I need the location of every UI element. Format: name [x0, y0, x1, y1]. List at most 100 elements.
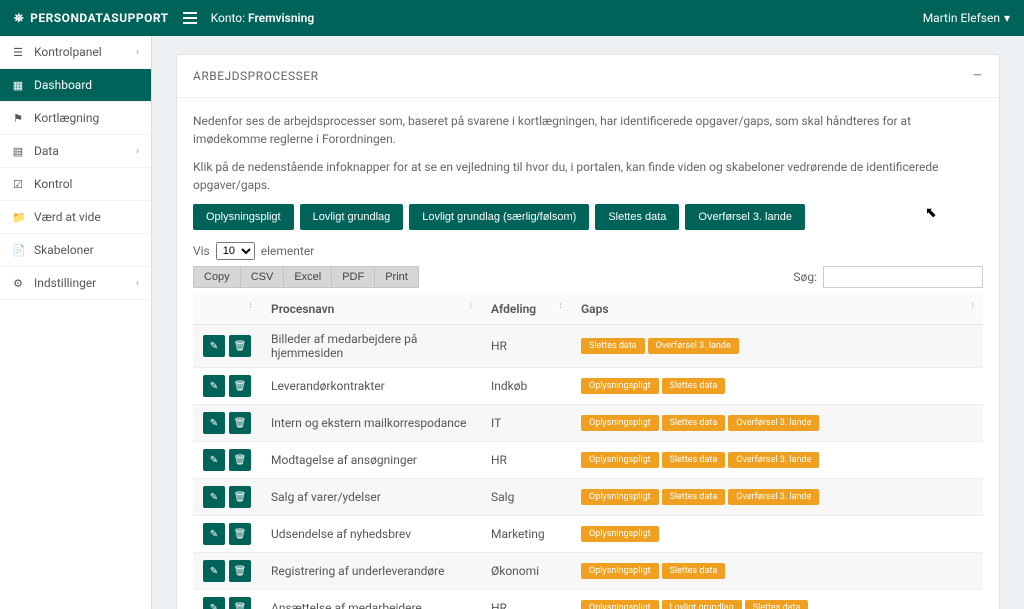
gap-badge: Overførsel 3. lande	[728, 415, 819, 431]
gap-badge: Overførsel 3. lande	[728, 489, 819, 505]
edit-row-button[interactable]: ✎	[203, 560, 225, 582]
brand[interactable]: ⛯ PERSONDATASUPPORT	[14, 11, 169, 26]
delete-row-button[interactable]: 🗑	[229, 523, 251, 545]
sidebar-item-label: Skabeloner	[34, 243, 94, 257]
delete-row-button[interactable]: 🗑	[229, 560, 251, 582]
panel-arbejdsprocesser: ARBEJDSPROCESSER − Nedenfor ses de arbej…	[176, 54, 1000, 609]
caret-down-icon: ▾	[1004, 11, 1010, 25]
gap-badge: Slettes data	[662, 489, 726, 505]
delete-row-button[interactable]: 🗑	[229, 375, 251, 397]
cell-procesnavn: Leverandørkontrakter	[261, 368, 481, 405]
sidebar-item-kortlægning[interactable]: ⚑Kortlægning	[0, 102, 151, 135]
panel-intro: Nedenfor ses de arbejdsprocesser som, ba…	[193, 112, 983, 194]
sidebar-item-værd-at-vide[interactable]: 📁Værd at vide	[0, 201, 151, 234]
cell-gaps: OplysningspligtSlettes dataOverførsel 3.…	[571, 479, 983, 516]
delete-row-button[interactable]: 🗑	[229, 449, 251, 471]
cell-procesnavn: Modtagelse af ansøgninger	[261, 442, 481, 479]
delete-row-button[interactable]: 🗑	[229, 486, 251, 508]
gap-badge: Slettes data	[662, 452, 726, 468]
main-content: ARBEJDSPROCESSER − Nedenfor ses de arbej…	[152, 36, 1024, 609]
cell-procesnavn: Billeder af medarbejdere på hjemmesiden	[261, 325, 481, 368]
col-actions[interactable]: ↕	[193, 294, 261, 325]
cell-afdeling: Indkøb	[481, 368, 571, 405]
table-row: ✎ 🗑 Leverandørkontrakter Indkøb Oplysnin…	[193, 368, 983, 405]
cell-procesnavn: Salg af varer/ydelser	[261, 479, 481, 516]
cell-gaps: Oplysningspligt	[571, 516, 983, 553]
export-excel-button[interactable]: Excel	[283, 266, 331, 288]
gap-badge: Oplysningspligt	[581, 415, 659, 431]
sidebar-item-label: Værd at vide	[34, 210, 101, 224]
gap-badge: Oplysningspligt	[581, 378, 659, 394]
edit-row-button[interactable]: ✎	[203, 486, 225, 508]
cell-afdeling: IT	[481, 405, 571, 442]
gap-badge: Oplysningspligt	[581, 526, 659, 542]
gap-badge: Slettes data	[581, 338, 645, 354]
filter-tab-lovligt-grundlag[interactable]: Lovligt grundlag	[300, 204, 404, 230]
panel-header: ARBEJDSPROCESSER −	[177, 55, 999, 98]
chevron-right-icon: ›	[136, 146, 139, 157]
edit-row-button[interactable]: ✎	[203, 335, 225, 357]
cell-procesnavn: Registrering af underleverandøre	[261, 553, 481, 590]
export-pdf-button[interactable]: PDF	[331, 266, 374, 288]
table-row: ✎ 🗑 Modtagelse af ansøgninger HR Oplysni…	[193, 442, 983, 479]
sidebar-item-label: Kontrolpanel	[34, 45, 102, 59]
nav-icon: ▦	[12, 79, 24, 92]
filter-tab-overf-rsel-3-lande[interactable]: Overførsel 3. lande	[685, 204, 805, 230]
export-copy-button[interactable]: Copy	[193, 266, 240, 288]
edit-row-button[interactable]: ✎	[203, 412, 225, 434]
account-label: Konto: Fremvisning	[211, 11, 315, 25]
export-csv-button[interactable]: CSV	[240, 266, 284, 288]
menu-toggle-icon[interactable]	[183, 12, 197, 24]
cell-gaps: OplysningspligtLovligt grundlagSlettes d…	[571, 590, 983, 609]
table-row: ✎ 🗑 Intern og ekstern mailkorrespodance …	[193, 405, 983, 442]
sidebar-item-kontrol[interactable]: ☑Kontrol	[0, 168, 151, 201]
panel-collapse-button[interactable]: −	[972, 67, 983, 85]
delete-row-button[interactable]: 🗑	[229, 335, 251, 357]
sidebar-item-label: Indstillinger	[34, 276, 96, 290]
sidebar-item-label: Kontrol	[34, 177, 72, 191]
user-menu[interactable]: Martin Elefsen ▾	[923, 11, 1010, 25]
export-print-button[interactable]: Print	[374, 266, 419, 288]
cell-gaps: OplysningspligtSlettes dataOverførsel 3.…	[571, 442, 983, 479]
cell-afdeling: HR	[481, 325, 571, 368]
export-buttons: CopyCSVExcelPDFPrint	[193, 266, 419, 288]
col-procesnavn[interactable]: Procesnavn↕	[261, 294, 481, 325]
page-length-select[interactable]: 10	[216, 242, 255, 260]
delete-row-button[interactable]: 🗑	[229, 412, 251, 434]
filter-tab-oplysningspligt[interactable]: Oplysningspligt	[193, 204, 294, 230]
col-gaps[interactable]: Gaps↕	[571, 294, 983, 325]
sidebar-item-skabeloner[interactable]: 📄Skabeloner	[0, 234, 151, 267]
gap-badge: Overførsel 3. lande	[728, 452, 819, 468]
chevron-right-icon: ›	[136, 278, 139, 289]
nav-icon: ☰	[12, 46, 24, 59]
gap-badge: Overførsel 3. lande	[648, 338, 739, 354]
nav-icon: ▤	[12, 145, 24, 158]
brand-icon: ⛯	[14, 11, 24, 26]
chevron-right-icon: ›	[136, 47, 139, 58]
sidebar-item-label: Dashboard	[34, 78, 92, 92]
sidebar-item-indstillinger[interactable]: ⚙Indstillinger›	[0, 267, 151, 300]
gap-badge: Lovligt grundlag	[662, 600, 742, 609]
topbar: ⛯ PERSONDATASUPPORT Konto: Fremvisning M…	[0, 0, 1024, 36]
search-input[interactable]	[823, 266, 983, 288]
cell-gaps: OplysningspligtSlettes data	[571, 553, 983, 590]
sidebar-item-dashboard[interactable]: ▦ Dashboard	[0, 69, 151, 102]
cell-afdeling: HR	[481, 590, 571, 609]
edit-row-button[interactable]: ✎	[203, 597, 225, 609]
sidebar-item-kontrolpanel[interactable]: ☰ Kontrolpanel ›	[0, 36, 151, 69]
edit-row-button[interactable]: ✎	[203, 449, 225, 471]
edit-row-button[interactable]: ✎	[203, 375, 225, 397]
cell-afdeling: Marketing	[481, 516, 571, 553]
cell-afdeling: Salg	[481, 479, 571, 516]
cell-procesnavn: Intern og ekstern mailkorrespodance	[261, 405, 481, 442]
sidebar: ☰ Kontrolpanel › ▦ Dashboard ⚑Kortlægning▤Dat…	[0, 36, 152, 609]
edit-row-button[interactable]: ✎	[203, 523, 225, 545]
gap-badge: Oplysningspligt	[581, 563, 659, 579]
delete-row-button[interactable]: 🗑	[229, 597, 251, 609]
filter-tab-lovligt-grundlag-s-rlig-f-lsom-[interactable]: Lovligt grundlag (særlig/følsom)	[409, 204, 589, 230]
filter-tab-slettes-data[interactable]: Slettes data	[595, 204, 679, 230]
cell-gaps: OplysningspligtSlettes dataOverførsel 3.…	[571, 405, 983, 442]
table-length-control: Vis 10 elementer	[193, 242, 983, 260]
col-afdeling[interactable]: Afdeling↕	[481, 294, 571, 325]
sidebar-item-data[interactable]: ▤Data›	[0, 135, 151, 168]
